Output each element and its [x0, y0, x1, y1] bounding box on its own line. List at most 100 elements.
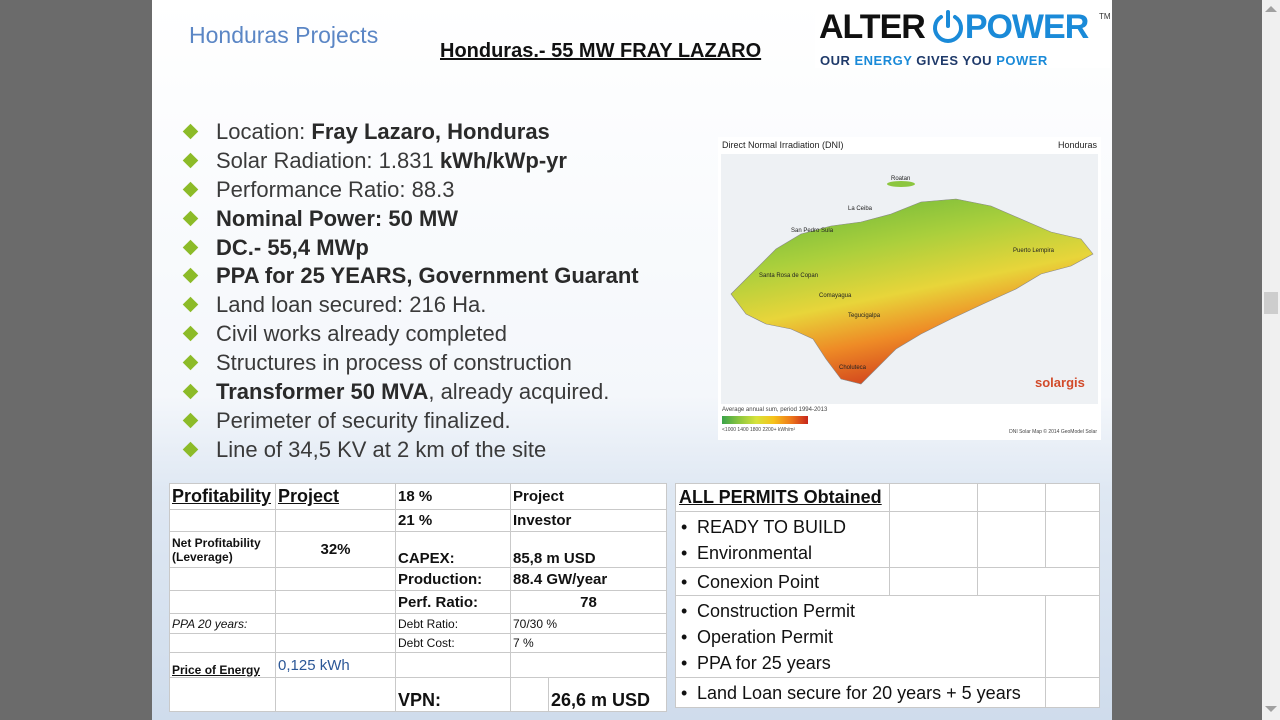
fact-text: Land loan secured: 216 Ha. — [216, 292, 487, 318]
permits-table: ALL PERMITS Obtained READY TO BUILD Envi… — [675, 483, 1100, 708]
net-profitability-value: 32% — [275, 531, 396, 568]
fact-text: Location: — [216, 119, 312, 144]
permit-item: Land Loan secure for 20 years + 5 years — [679, 680, 1042, 706]
table-cell — [889, 511, 978, 568]
diamond-bullet-icon — [182, 354, 199, 371]
table-cell — [169, 633, 276, 653]
map-city: Santa Rosa de Copan — [759, 273, 818, 279]
slide: Honduras Projects Honduras.- 55 MW FRAY … — [152, 0, 1112, 720]
project-pct-label: Project — [510, 483, 667, 510]
perf-ratio-label: Perf. Ratio: — [395, 590, 511, 614]
fact-bold: Transformer 50 MVA — [216, 379, 429, 405]
table-row: Profitability Project 18 % Project — [169, 483, 667, 510]
list-item: Nominal Power: 50 MW — [182, 205, 639, 234]
list-item: Location: Fray Lazaro, Honduras — [182, 118, 639, 147]
map-city: La Ceiba — [848, 206, 873, 212]
list-item: DC.- 55,4 MWp — [182, 234, 639, 263]
permit-item: PPA for 25 years — [679, 650, 1042, 676]
diamond-bullet-icon — [182, 383, 199, 400]
power-icon — [933, 10, 963, 43]
fact-text: Civil works already completed — [216, 321, 507, 347]
logo-alter-text: ALTER — [819, 8, 926, 46]
diamond-bullet-icon — [182, 268, 199, 284]
fact-tail: , already acquired. — [428, 379, 610, 405]
debt-cost-value: 7 % — [510, 633, 667, 653]
fact-bold: PPA for 25 YEARS, Government Guarant — [216, 263, 639, 289]
diamond-bullet-icon — [182, 181, 199, 198]
table-cell — [977, 567, 1100, 596]
alter-power-logo: ALTER POWER TM OUR ENERGY GIVES YOU POWER — [815, 4, 1111, 68]
investor-pct-label: Investor — [510, 509, 667, 532]
table-cell — [977, 483, 1046, 512]
table-cell: READY TO BUILD Environmental — [675, 511, 890, 568]
map-city: Choluteca — [839, 365, 867, 371]
profitability-heading: Profitability — [169, 483, 276, 510]
capex-value: 85,8 m USD — [510, 531, 667, 568]
logo-trademark: TM — [1099, 12, 1111, 21]
table-cell — [510, 677, 549, 712]
permits-heading: ALL PERMITS Obtained — [675, 483, 890, 512]
table-row: Land Loan secure for 20 years + 5 years — [675, 677, 1100, 708]
map-city: San Pedro Sula — [791, 228, 834, 234]
permit-item: Environmental — [679, 540, 886, 566]
diamond-bullet-icon — [182, 441, 199, 458]
fact-bold: Fray Lazaro, Honduras — [311, 119, 550, 144]
diamond-bullet-icon — [182, 152, 199, 169]
solargis-brand: solargis — [1035, 375, 1085, 390]
table-cell — [1045, 595, 1100, 678]
scrollbar-thumb[interactable] — [1264, 292, 1278, 314]
table-row: Debt Cost: 7 % — [169, 633, 667, 653]
diamond-bullet-icon — [182, 239, 199, 255]
section-title: Honduras Projects — [189, 22, 379, 48]
capex-label: CAPEX: — [395, 531, 511, 568]
map-city: Comayagua — [819, 293, 852, 299]
table-row: PPA 20 years: Debt Ratio: 70/30 % — [169, 613, 667, 634]
table-row: 21 % Investor — [169, 509, 667, 532]
list-item: Performance Ratio: 88.3 — [182, 176, 639, 205]
list-item: Transformer 50 MVA, already acquired. — [182, 378, 639, 407]
permit-item: Operation Permit — [679, 624, 1042, 650]
map-title: Direct Normal Irradiation (DNI) — [722, 140, 844, 150]
map-color-scale — [722, 416, 808, 424]
map-city: Puerto Lempira — [1013, 248, 1055, 254]
diamond-bullet-icon — [182, 325, 199, 342]
scroll-up-icon[interactable] — [1265, 6, 1277, 12]
table-row: Construction Permit Operation Permit PPA… — [675, 595, 1100, 678]
table-cell — [275, 567, 396, 591]
table-row: Conexion Point — [675, 567, 1100, 596]
table-cell: Construction Permit Operation Permit PPA… — [675, 595, 1046, 678]
map-scale-label: Average annual sum, period 1994-2013 — [722, 407, 828, 413]
production-value: 88.4 GW/year — [510, 567, 667, 591]
vpn-label: VPN: — [395, 677, 511, 712]
table-cell — [1045, 677, 1100, 708]
vertical-scrollbar[interactable] — [1262, 0, 1280, 720]
map-city: Roatan — [891, 176, 910, 182]
table-cell: Conexion Point — [675, 567, 890, 596]
table-cell — [395, 652, 511, 678]
list-item: Land loan secured: 216 Ha. — [182, 291, 639, 320]
dni-map-card: Direct Normal Irradiation (DNI) Honduras… — [718, 137, 1101, 440]
tagline-part: GIVES YOU — [912, 53, 997, 68]
tagline-part: ENERGY — [854, 53, 913, 68]
fact-bold: DC.- 55,4 MWp — [216, 234, 369, 260]
investor-pct: 21 % — [395, 509, 511, 532]
debt-cost-label: Debt Cost: — [395, 633, 511, 653]
table-cell — [169, 567, 276, 591]
fact-text: Perimeter of security finalized. — [216, 407, 511, 433]
permit-item: READY TO BUILD — [679, 514, 886, 540]
table-row: READY TO BUILD Environmental — [675, 511, 1100, 568]
tagline-part: POWER — [996, 53, 1048, 68]
fact-text: Line of 34,5 KV at 2 km of the site — [216, 436, 547, 462]
table-cell — [275, 509, 396, 532]
scroll-down-icon[interactable] — [1265, 706, 1277, 712]
table-row: Price of Energy 0,125 kWh — [169, 652, 667, 678]
table-row: Production: 88.4 GW/year — [169, 567, 667, 591]
fact-bold: kWh/kWp-yr — [439, 147, 567, 173]
table-cell — [275, 613, 396, 634]
list-item: Line of 34,5 KV at 2 km of the site — [182, 436, 639, 465]
table-cell — [510, 652, 667, 678]
list-item: Structures in process of construction — [182, 349, 639, 378]
map-footer: DNI Solar Map © 2014 GeoModel Solar — [1009, 429, 1097, 435]
price-of-energy-value: 0,125 kWh — [275, 652, 396, 678]
project-heading: Project — [275, 483, 396, 510]
